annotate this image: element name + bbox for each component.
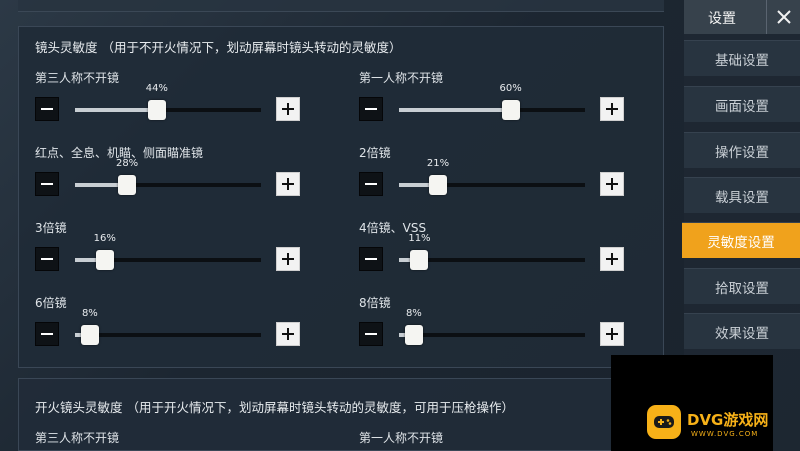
slider-track[interactable]: 28% <box>75 158 261 195</box>
increase-button[interactable] <box>276 247 300 271</box>
increase-button[interactable] <box>600 172 624 196</box>
decrease-button[interactable] <box>359 172 383 196</box>
sidebar-item-label: 载具设置 <box>715 189 769 206</box>
sidebar-item-label: 拾取设置 <box>715 280 769 297</box>
slider-thumb[interactable] <box>118 175 137 195</box>
sidebar-item[interactable]: 拾取设置 <box>684 268 800 304</box>
minus-icon <box>41 258 53 260</box>
plus-icon <box>605 102 619 116</box>
fire-sensitivity-panel: 开火镜头灵敏度 （用于开火情况下，划动屏幕时镜头转动的灵敏度，可用于压枪操作） … <box>18 378 664 451</box>
slider-label: 2倍镜 <box>359 146 391 160</box>
slider-fill <box>75 108 157 112</box>
plus-icon <box>281 102 295 116</box>
slider-percent: 16% <box>93 233 116 244</box>
minus-icon <box>365 258 377 260</box>
slider-thumb[interactable] <box>501 100 520 120</box>
plus-icon <box>281 327 295 341</box>
slider-thumb[interactable] <box>95 250 114 270</box>
minus-icon <box>41 333 53 335</box>
section-title: 镜头灵敏度 （用于不开火情况下，划动屏幕时镜头转动的灵敏度） <box>35 40 402 55</box>
decrease-button[interactable] <box>35 247 59 271</box>
decrease-button[interactable] <box>35 97 59 121</box>
sidebar-item-label: 效果设置 <box>715 325 769 342</box>
decrease-button[interactable] <box>359 322 383 346</box>
slider-track[interactable]: 44% <box>75 83 261 120</box>
sidebar-item-label: 画面设置 <box>715 98 769 115</box>
watermark: DVG游戏网 WWW.DVG.COM <box>611 355 773 451</box>
slider-track[interactable]: 21% <box>399 158 585 195</box>
increase-button[interactable] <box>276 172 300 196</box>
fire-slider-label-2: 第一人称不开镜 <box>359 431 444 445</box>
slider-label: 第一人称不开镜 <box>359 71 444 85</box>
slider-percent: 44% <box>145 83 168 94</box>
increase-button[interactable] <box>600 97 624 121</box>
plus-icon <box>605 252 619 266</box>
decrease-button[interactable] <box>35 322 59 346</box>
slider-thumb[interactable] <box>404 325 423 345</box>
plus-icon <box>281 177 295 191</box>
plus-icon <box>605 177 619 191</box>
close-button[interactable] <box>766 0 800 34</box>
increase-button[interactable] <box>276 97 300 121</box>
minus-icon <box>41 108 53 110</box>
minus-icon <box>365 333 377 335</box>
sidebar-item-label: 灵敏度设置 <box>707 234 775 251</box>
sidebar-item-label: 基础设置 <box>715 52 769 69</box>
sidebar-header: 设置 <box>684 0 800 34</box>
sidebar-item[interactable]: 画面设置 <box>684 86 800 122</box>
slider-thumb[interactable] <box>429 175 448 195</box>
slider-track[interactable]: 16% <box>75 233 261 270</box>
slider-track[interactable]: 8% <box>75 308 261 345</box>
sidebar-item-label: 操作设置 <box>715 144 769 161</box>
decrease-button[interactable] <box>359 97 383 121</box>
slider-label: 8倍镜 <box>359 296 391 310</box>
sidebar-item[interactable]: 基础设置 <box>684 40 800 76</box>
minus-icon <box>365 108 377 110</box>
slider-thumb[interactable] <box>80 325 99 345</box>
decrease-button[interactable] <box>35 172 59 196</box>
previous-section-edge <box>18 0 664 12</box>
slider-track[interactable]: 60% <box>399 83 585 120</box>
slider-thumb[interactable] <box>147 100 166 120</box>
gamepad-icon <box>647 405 681 439</box>
slider-percent: 8% <box>405 308 422 319</box>
minus-icon <box>365 183 377 185</box>
increase-button[interactable] <box>600 247 624 271</box>
increase-button[interactable] <box>276 322 300 346</box>
sidebar-item[interactable]: 效果设置 <box>684 313 800 349</box>
plus-icon <box>281 252 295 266</box>
camera-sensitivity-panel: 镜头灵敏度 （用于不开火情况下，划动屏幕时镜头转动的灵敏度） 第三人称不开镜 44… <box>18 26 664 368</box>
watermark-url: WWW.DVG.COM <box>691 430 759 438</box>
fire-slider-label-1: 第三人称不开镜 <box>35 431 120 445</box>
slider-label: 第三人称不开镜 <box>35 71 120 85</box>
fire-section-title: 开火镜头灵敏度 （用于开火情况下，划动屏幕时镜头转动的灵敏度，可用于压枪操作） <box>35 400 514 415</box>
slider-track[interactable]: 8% <box>399 308 585 345</box>
close-icon <box>776 10 791 24</box>
minus-icon <box>41 183 53 185</box>
plus-icon <box>605 327 619 341</box>
sidebar-item[interactable]: 灵敏度设置 <box>682 222 800 258</box>
decrease-button[interactable] <box>359 247 383 271</box>
slider-fill <box>399 108 511 112</box>
slider-percent: 11% <box>408 233 431 244</box>
slider-thumb[interactable] <box>410 250 429 270</box>
slider-percent: 8% <box>81 308 98 319</box>
slider-percent: 28% <box>115 158 139 169</box>
slider-label: 6倍镜 <box>35 296 67 310</box>
watermark-name: DVG游戏网 <box>687 411 769 429</box>
slider-track[interactable]: 11% <box>399 233 585 270</box>
slider-percent: 21% <box>426 158 450 169</box>
slider-label: 3倍镜 <box>35 221 67 235</box>
sidebar-item[interactable]: 操作设置 <box>684 132 800 168</box>
slider-percent: 60% <box>499 83 522 94</box>
increase-button[interactable] <box>600 322 624 346</box>
sidebar-title: 设置 <box>708 11 736 27</box>
sidebar-item[interactable]: 载具设置 <box>684 177 800 213</box>
